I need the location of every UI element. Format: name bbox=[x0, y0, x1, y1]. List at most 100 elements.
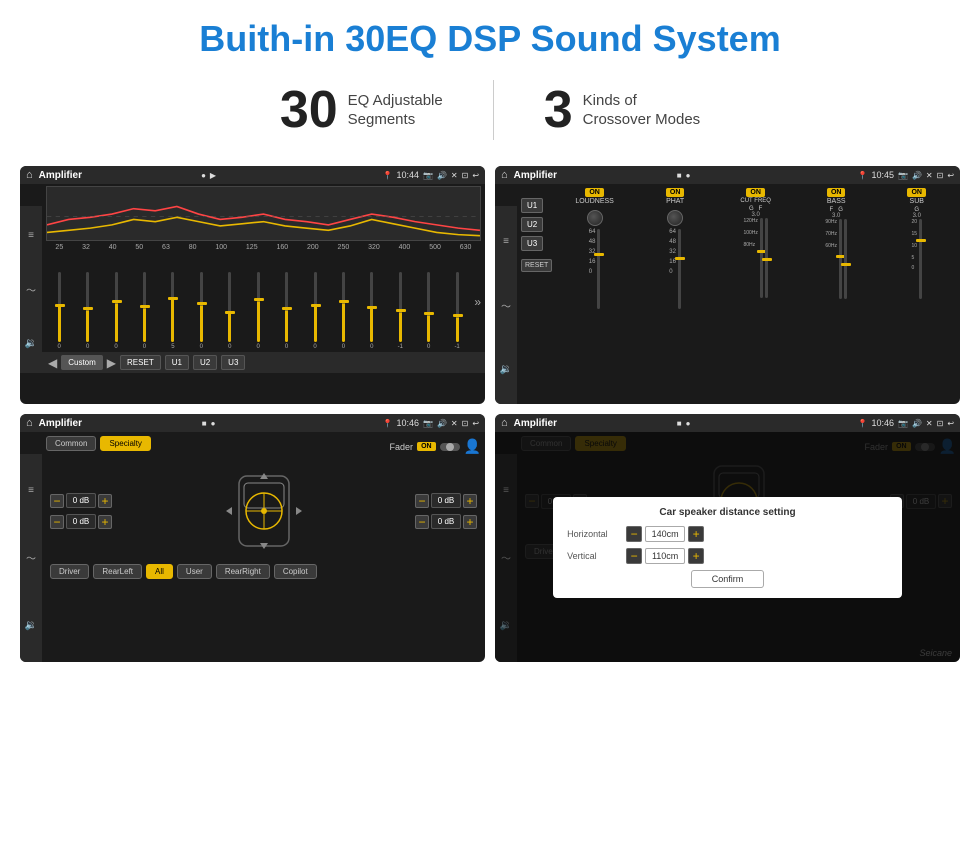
phat-slider[interactable] bbox=[678, 229, 681, 309]
window-icon-2[interactable]: ⊡ bbox=[937, 171, 944, 180]
u2-btn[interactable]: U2 bbox=[521, 217, 543, 232]
close-icon-2[interactable]: ✕ bbox=[926, 171, 933, 180]
loudness-on[interactable]: ON bbox=[585, 188, 604, 197]
camera-icon-1: 📷 bbox=[423, 171, 433, 180]
driver-btn-3[interactable]: Driver bbox=[50, 564, 89, 579]
back-icon-1[interactable]: ↩ bbox=[472, 171, 479, 180]
stat-crossover: 3 Kinds ofCrossover Modes bbox=[494, 80, 750, 140]
home-icon-3[interactable]: ⌂ bbox=[26, 417, 33, 429]
home-icon-1[interactable]: ⌂ bbox=[26, 169, 33, 181]
eq-fwd-btn[interactable]: ▶ bbox=[107, 356, 116, 370]
camera-icon-2: 📷 bbox=[898, 171, 908, 180]
sidebar-eq-icon-2[interactable]: ≡ bbox=[503, 236, 509, 247]
u1-btn[interactable]: U1 bbox=[521, 198, 543, 213]
horizontal-plus-btn[interactable]: + bbox=[688, 526, 704, 542]
specialty-tab-3[interactable]: Specialty bbox=[100, 436, 150, 451]
back-icon-2[interactable]: ↩ bbox=[947, 171, 954, 180]
u3-btn[interactable]: U3 bbox=[521, 236, 543, 251]
time-4: 10:46 bbox=[871, 418, 894, 428]
loudness-slider[interactable] bbox=[597, 229, 600, 309]
sub-on[interactable]: ON bbox=[907, 188, 926, 197]
horizontal-minus-btn[interactable]: − bbox=[626, 526, 642, 542]
bass-slider2[interactable] bbox=[844, 219, 847, 299]
plus-btn-bl[interactable]: + bbox=[98, 515, 112, 529]
back-icon-4[interactable]: ↩ bbox=[947, 419, 954, 428]
u3-btn-1[interactable]: U3 bbox=[221, 355, 245, 370]
vertical-plus-btn[interactable]: + bbox=[688, 548, 704, 564]
home-icon-2[interactable]: ⌂ bbox=[501, 169, 508, 181]
close-icon-4[interactable]: ✕ bbox=[926, 419, 933, 428]
sidebar-vol-icon[interactable]: 🔉 bbox=[25, 338, 37, 349]
sidebar-wave-icon[interactable]: 〜 bbox=[26, 282, 36, 297]
sidebar-wave-icon-2[interactable]: 〜 bbox=[501, 298, 511, 313]
reset-btn-1[interactable]: RESET bbox=[120, 355, 161, 370]
home-icon-4[interactable]: ⌂ bbox=[501, 417, 508, 429]
fader-slider-3[interactable] bbox=[440, 443, 460, 451]
more-icon[interactable]: » bbox=[474, 295, 481, 309]
time-2: 10:45 bbox=[871, 170, 894, 180]
user-btn-3[interactable]: User bbox=[177, 564, 212, 579]
close-icon-3[interactable]: ✕ bbox=[451, 419, 458, 428]
common-tab-3[interactable]: Common bbox=[46, 436, 96, 451]
minus-btn-bl[interactable]: − bbox=[50, 515, 64, 529]
sidebar-wave-icon-3[interactable]: 〜 bbox=[26, 550, 36, 565]
record-icon-4: ■ bbox=[677, 419, 682, 428]
rearright-btn-3[interactable]: RearRight bbox=[216, 564, 270, 579]
eq-slider-2: 0 bbox=[103, 272, 129, 350]
screen-title-1: Amplifier bbox=[39, 170, 197, 181]
custom-btn[interactable]: Custom bbox=[61, 355, 103, 370]
plus-btn-br[interactable]: + bbox=[463, 515, 477, 529]
eq-slider-10: 0 bbox=[330, 272, 356, 350]
location-icon-4: 📍 bbox=[857, 419, 867, 428]
crossover-channels: ON LOUDNESS 644832160 bbox=[555, 188, 956, 309]
phat-on[interactable]: ON bbox=[666, 188, 685, 197]
eq-slider-14: -1 bbox=[444, 272, 470, 350]
confirm-btn[interactable]: Confirm bbox=[691, 570, 765, 588]
left-sidebar-1: ≡ 〜 🔉 bbox=[20, 206, 42, 373]
eq-slider-13: 0 bbox=[415, 272, 441, 350]
minus-btn-br[interactable]: − bbox=[415, 515, 429, 529]
bass-on[interactable]: ON bbox=[827, 188, 846, 197]
loudness-knob[interactable] bbox=[587, 210, 603, 226]
screen-title-3: Amplifier bbox=[39, 418, 198, 429]
u2-btn-1[interactable]: U2 bbox=[193, 355, 217, 370]
vertical-minus-btn[interactable]: − bbox=[626, 548, 642, 564]
status-bar-1: ⌂ Amplifier ● ▶ 📍 10:44 📷 🔊 ✕ ⊡ ↩ bbox=[20, 166, 485, 184]
window-icon-1[interactable]: ⊡ bbox=[462, 171, 469, 180]
left-sidebar-3: ≡ 〜 🔉 bbox=[20, 454, 42, 662]
car-diagram bbox=[214, 461, 314, 561]
u1-btn-1[interactable]: U1 bbox=[165, 355, 189, 370]
window-icon-3[interactable]: ⊡ bbox=[462, 419, 469, 428]
sidebar-vol-icon-2[interactable]: 🔉 bbox=[500, 364, 512, 375]
eq-slider-8: 0 bbox=[273, 272, 299, 350]
window-icon-4[interactable]: ⊡ bbox=[937, 419, 944, 428]
all-btn-3[interactable]: All bbox=[146, 564, 173, 579]
eq-back-btn[interactable]: ◀ bbox=[48, 356, 57, 370]
bass-slider[interactable] bbox=[839, 219, 842, 299]
screen-title-4: Amplifier bbox=[514, 418, 673, 429]
volume-icon-1: 🔊 bbox=[437, 171, 447, 180]
copilot-btn-3[interactable]: Copilot bbox=[274, 564, 317, 579]
screen-fader-dialog: ⌂ Amplifier ■ ● 📍 10:46 📷 🔊 ✕ ⊡ ↩ ≡ 〜 🔉 bbox=[495, 414, 960, 662]
reset-btn-2[interactable]: RESET bbox=[521, 259, 552, 272]
eq-slider-3: 0 bbox=[131, 272, 157, 350]
screens-grid: ⌂ Amplifier ● ▶ 📍 10:44 📷 🔊 ✕ ⊡ ↩ ≡ 〜 🔉 bbox=[0, 156, 980, 682]
sub-slider[interactable] bbox=[919, 219, 922, 299]
phat-knob[interactable] bbox=[667, 210, 683, 226]
plus-btn-tl[interactable]: + bbox=[98, 494, 112, 508]
cutfreq-on[interactable]: ON bbox=[746, 188, 765, 197]
eq-slider-9: 0 bbox=[302, 272, 328, 350]
minus-btn-tr[interactable]: − bbox=[415, 494, 429, 508]
minus-btn-tl[interactable]: − bbox=[50, 494, 64, 508]
cutfreq-slider2[interactable] bbox=[765, 218, 768, 298]
back-icon-3[interactable]: ↩ bbox=[472, 419, 479, 428]
plus-btn-tr[interactable]: + bbox=[463, 494, 477, 508]
close-icon-1[interactable]: ✕ bbox=[451, 171, 458, 180]
db-value-br: 0 dB bbox=[431, 514, 461, 529]
eq-bottom-bar: ◀ Custom ▶ RESET U1 U2 U3 bbox=[42, 352, 485, 373]
fader-on-btn-3[interactable]: ON bbox=[417, 442, 436, 451]
rearleft-btn-3[interactable]: RearLeft bbox=[93, 564, 142, 579]
sidebar-eq-icon-3[interactable]: ≡ bbox=[28, 485, 34, 496]
sidebar-vol-icon-3[interactable]: 🔉 bbox=[25, 620, 37, 631]
sidebar-eq-icon[interactable]: ≡ bbox=[28, 230, 34, 241]
